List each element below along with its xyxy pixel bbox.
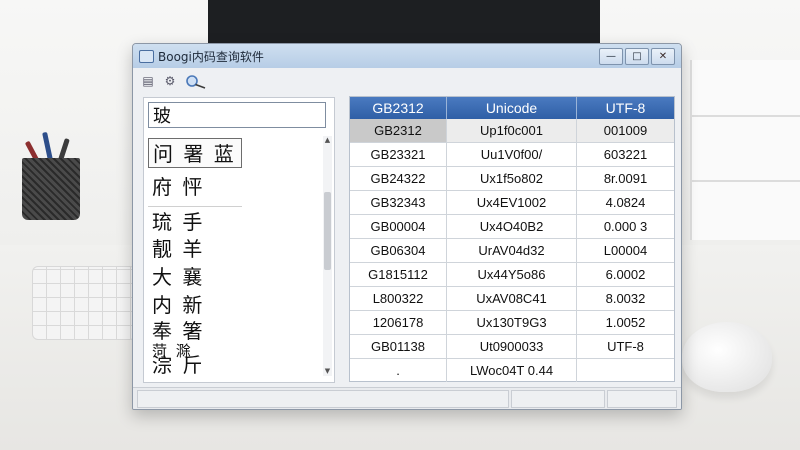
table-row[interactable]: GB06304 UrAV04d32 L00004 [350,239,674,263]
close-button[interactable]: ✕ [651,48,675,65]
window-title: Boogi内码查询软件 [158,49,264,64]
table-row[interactable]: GB32343 Ux4EV1002 4.0824 [350,191,674,215]
table-cell: 603221 [603,147,648,162]
table-cell: 8.0032 [605,291,646,306]
column-header-gb2312[interactable]: GB2312 [350,97,447,119]
status-segment [137,390,509,408]
list-scrollbar[interactable]: ▲ ▼ [323,136,332,376]
app-icon [139,49,154,63]
table-row[interactable]: GB23321 Uu1V0f00/ 603221 [350,143,674,167]
list-item[interactable]: 靓 羊 [148,234,204,264]
table-row[interactable]: GB00004 Ux4O40B2 0.000 3 [350,215,674,239]
window-controls: — □ ✕ [599,48,675,65]
monitor-edge [208,0,600,48]
mesh-pen-cup [22,158,80,220]
table-row[interactable]: GB01138 Ut0900033 UTF-8 [350,335,674,359]
table-cell: 8r.0091 [603,171,648,186]
list-item[interactable]: 大 襄 [148,262,204,292]
column-header-utf8[interactable]: UTF-8 [577,97,674,119]
table-cell [577,359,674,382]
table-cell: Up1f0c001 [447,119,577,142]
table-cell: GB00004 [350,215,447,238]
character-list: 问 署 蓝 府 怦 琉 手 靓 羊 大 襄 内 新 奉 箸 菏 滁 淙 斤 [146,136,316,378]
table-row[interactable]: 1206178 Ux130T9G3 1.0052 [350,311,674,335]
app-window: Boogi内码查询软件 — □ ✕ ▤ ⚙ 问 署 蓝 府 怦 琉 手 靓 羊 … [132,43,682,410]
table-cell: GB01138 [350,335,447,358]
table-row[interactable]: G1815112 Ux44Y5o86 6.0002 [350,263,674,287]
scroll-down-icon[interactable]: ▼ [323,367,332,376]
list-item[interactable]: 问 署 蓝 [148,138,242,168]
encoding-table: GB2312 Unicode UTF-8 GB2312 Up1f0c001 00… [349,96,675,382]
table-header: GB2312 Unicode UTF-8 [350,97,674,119]
toolbar: ▤ ⚙ [133,68,681,94]
table-cell: GB06304 [350,239,447,262]
table-cell: UxAV08C41 [447,287,577,310]
table-cell: GB2312 [350,119,447,142]
status-segment [511,390,605,408]
table-cell: Ux130T9G3 [447,311,577,334]
table-cell: 4.0824 [605,195,646,210]
table-cell: GB23321 [350,143,447,166]
table-cell: Ux4EV1002 [447,191,577,214]
shelf-divider [692,115,800,117]
table-row[interactable]: L800322 UxAV08C41 8.0032 [350,287,674,311]
list-item[interactable]: 府 怦 [148,172,204,202]
computer-mouse [682,322,772,392]
table-cell: Ux4O40B2 [447,215,577,238]
search-icon[interactable] [185,74,207,89]
table-cell: 1206178 [350,311,447,334]
shelf-divider [692,180,800,182]
gear-icon[interactable]: ⚙ [163,74,177,88]
table-cell: . [350,359,447,382]
grid-icon[interactable]: ▤ [141,74,155,88]
table-cell: Ut0900033 [447,335,577,358]
white-shelf [690,60,800,240]
character-search-input[interactable] [148,102,326,128]
table-cell: 001009 [603,123,648,138]
table-cell: 0.000 3 [603,219,648,234]
scroll-thumb[interactable] [324,192,331,270]
table-row[interactable]: . LWoc04T 0.44 [350,359,674,383]
character-pane: 问 署 蓝 府 怦 琉 手 靓 羊 大 襄 内 新 奉 箸 菏 滁 淙 斤 ▲ … [143,97,335,383]
scroll-up-icon[interactable]: ▲ [323,136,332,145]
table-cell: L00004 [603,243,648,258]
status-segment [607,390,677,408]
table-cell: Uu1V0f00/ [447,143,577,166]
table-cell: UTF-8 [607,339,644,354]
table-cell: L800322 [350,287,447,310]
title-bar[interactable]: Boogi内码查询软件 — □ ✕ [133,44,681,68]
table-row[interactable]: GB24322 Ux1f5o802 8r.0091 [350,167,674,191]
maximize-button[interactable]: □ [625,48,649,65]
table-cell: Ux44Y5o86 [447,263,577,286]
table-cell: G1815112 [350,263,447,286]
table-cell: GB32343 [350,191,447,214]
list-item[interactable]: 淙 斤 [148,350,204,380]
list-item[interactable]: 琉 手 [148,206,242,236]
table-cell: 6.0002 [605,267,646,282]
column-header-unicode[interactable]: Unicode [447,97,577,119]
table-cell: Ux1f5o802 [447,167,577,190]
table-row[interactable]: GB2312 Up1f0c001 001009 [350,119,674,143]
table-cell: 1.0052 [605,315,646,330]
table-cell: GB24322 [350,167,447,190]
table-cell: UrAV04d32 [447,239,577,262]
minimize-button[interactable]: — [599,48,623,65]
status-bar [133,387,681,409]
table-cell: LWoc04T 0.44 [447,359,577,382]
keyboard [32,266,136,340]
